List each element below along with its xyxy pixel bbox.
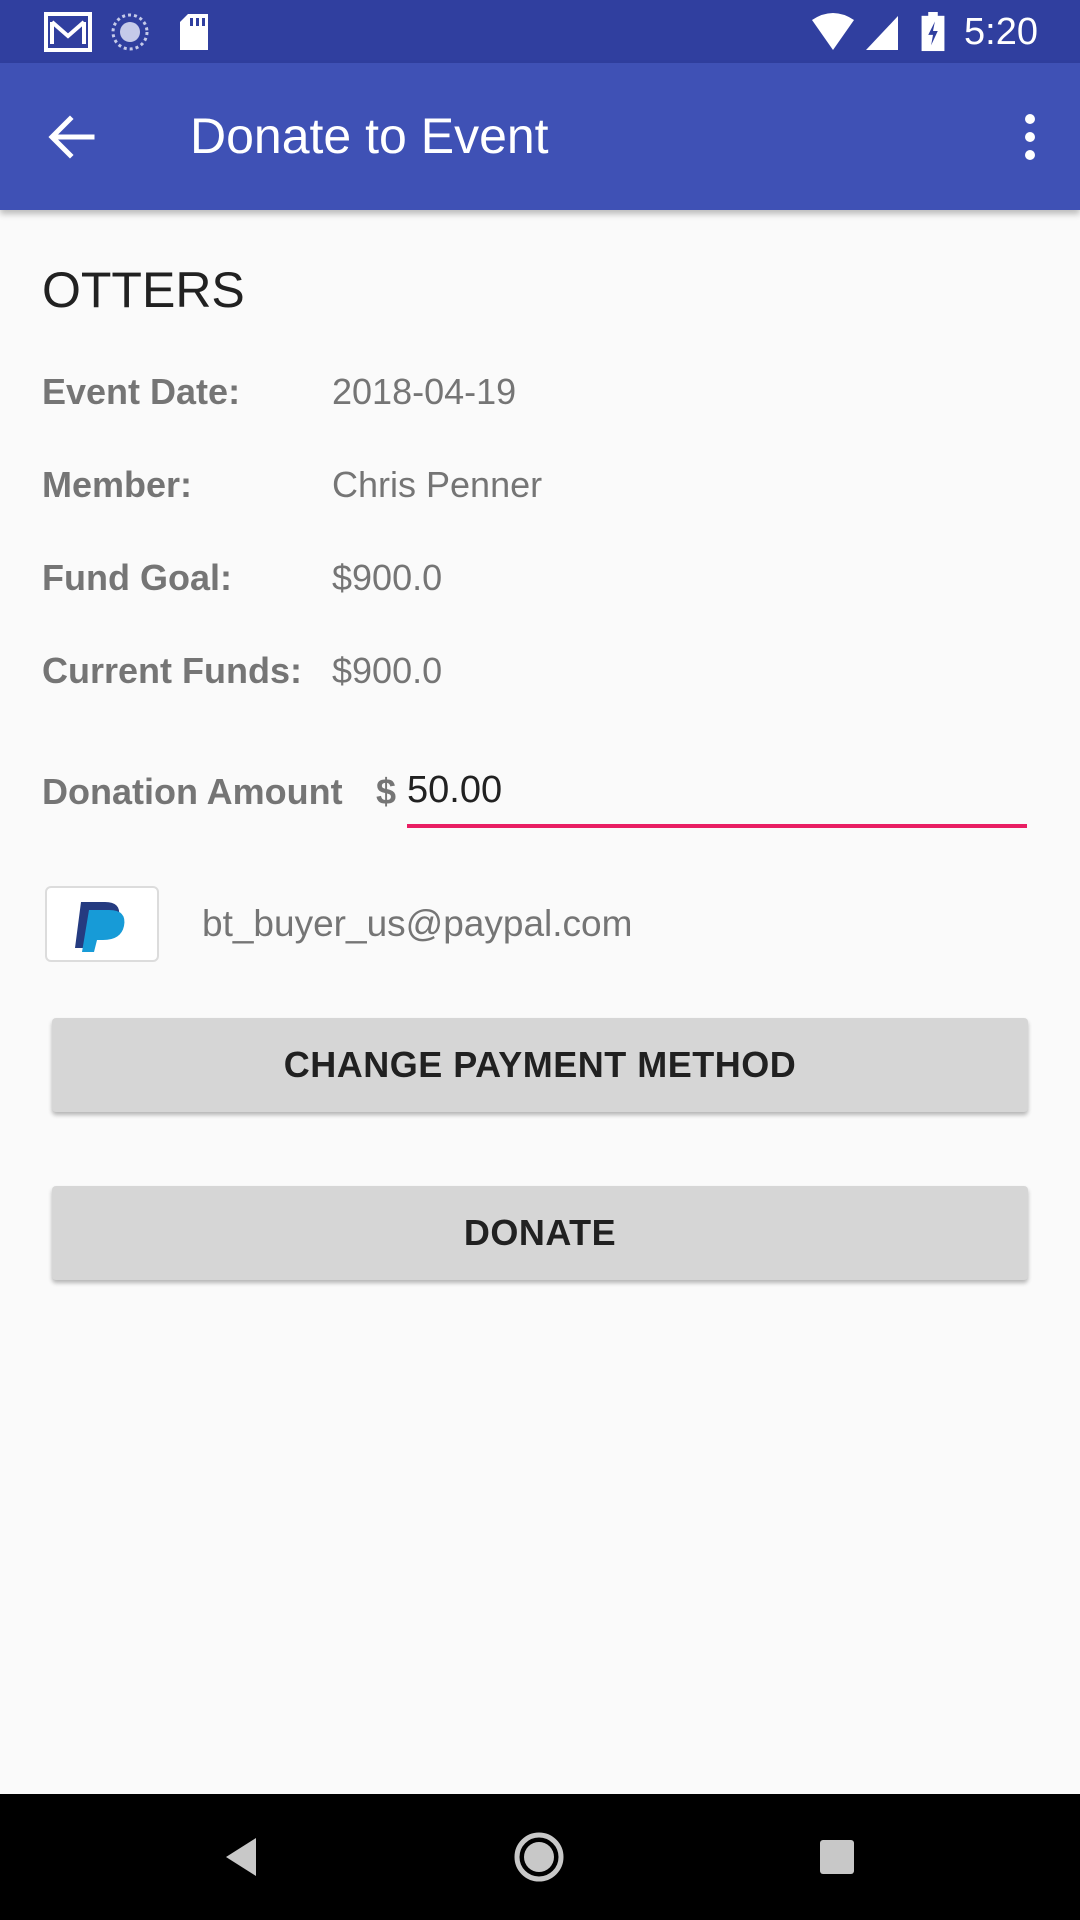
currency-symbol: $ — [376, 771, 397, 812]
more-vert-icon[interactable] — [1000, 107, 1060, 167]
wifi-icon — [812, 13, 854, 50]
member-label: Member: — [42, 464, 193, 505]
event-date-value: 2018-04-19 — [332, 371, 517, 412]
status-bar: 5:20 — [0, 0, 1080, 63]
sd-card-icon — [180, 14, 208, 50]
current-funds-label: Current Funds: — [42, 650, 302, 691]
change-payment-method-button[interactable]: CHANGE PAYMENT METHOD — [52, 1018, 1028, 1112]
status-time: 5:20 — [964, 11, 1038, 53]
fund-goal-value: $900.0 — [332, 557, 443, 598]
sync-icon — [111, 13, 149, 51]
event-date-label: Event Date: — [42, 371, 241, 412]
current-funds-value: $900.0 — [332, 650, 443, 691]
payment-email: bt_buyer_us@paypal.com — [202, 903, 633, 944]
nav-recents-icon[interactable] — [804, 1824, 870, 1890]
page-title: Donate to Event — [190, 108, 549, 164]
gmail-icon — [44, 12, 92, 52]
donate-button[interactable]: DONATE — [52, 1186, 1028, 1280]
battery-charging-icon — [921, 12, 945, 52]
nav-back-icon[interactable] — [208, 1824, 274, 1890]
fund-goal-label: Fund Goal: — [42, 557, 232, 598]
nav-home-icon[interactable] — [506, 1824, 572, 1890]
member-value: Chris Penner — [332, 464, 543, 505]
event-name: OTTERS — [42, 262, 245, 318]
paypal-icon — [45, 886, 159, 962]
donation-amount-label: Donation Amount — [42, 771, 343, 812]
navigation-bar — [0, 1794, 1080, 1920]
donation-amount-input[interactable] — [407, 760, 1027, 828]
app-bar: Donate to Event — [0, 63, 1080, 210]
arrow-back-icon[interactable] — [42, 107, 102, 167]
signal-icon — [866, 16, 898, 50]
